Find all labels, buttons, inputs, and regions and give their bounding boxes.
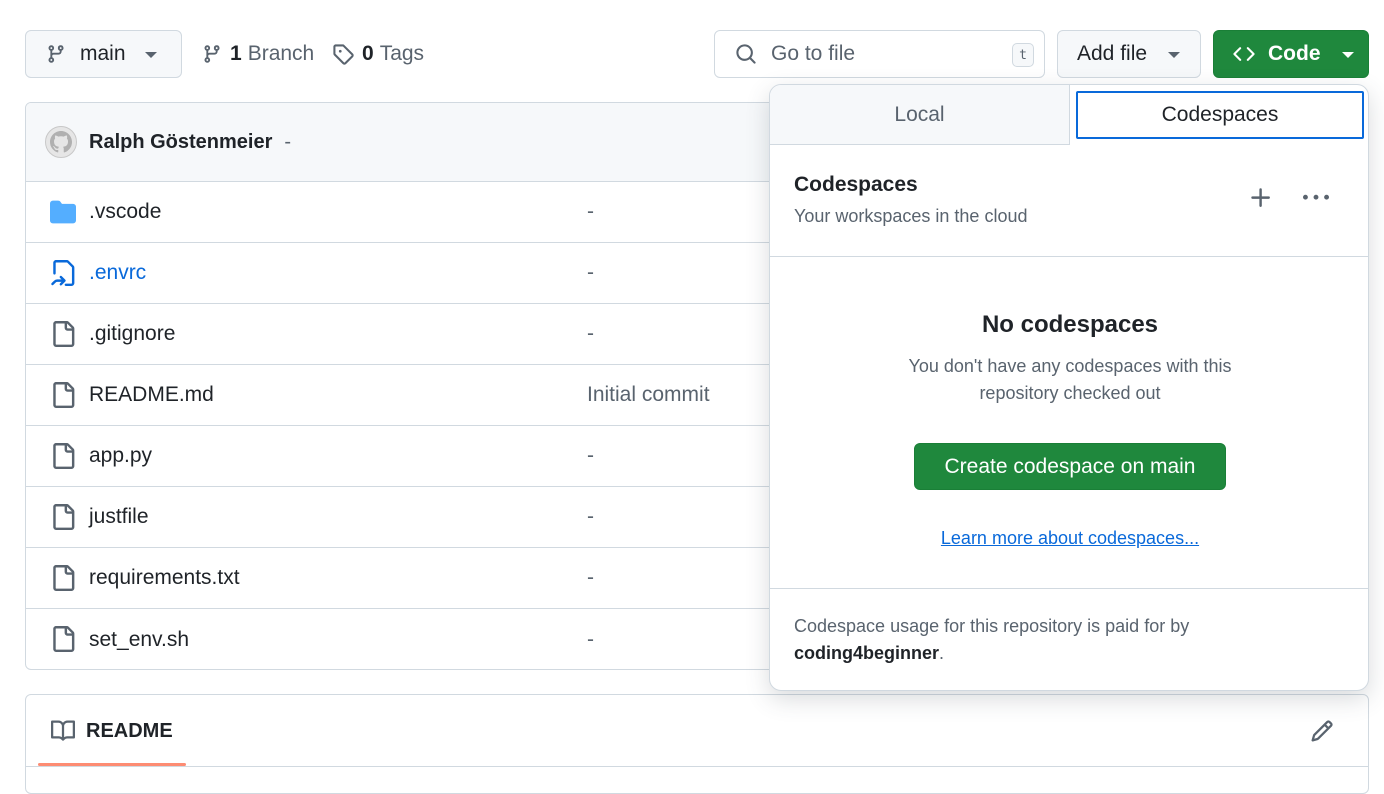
code-icon <box>1232 43 1256 65</box>
commit-message[interactable]: Initial commit <box>587 383 710 407</box>
avatar[interactable] <box>45 126 77 158</box>
file-icon <box>50 565 76 591</box>
commit-separator: - <box>284 130 292 153</box>
pencil-icon[interactable] <box>1310 719 1334 743</box>
file-name[interactable]: requirements.txt <box>89 566 240 590</box>
commit-message[interactable]: - <box>587 200 594 224</box>
billing-period: . <box>939 643 945 663</box>
tags-label: Tags <box>379 42 425 65</box>
file-icon <box>50 504 76 530</box>
tags-link[interactable]: 0 Tags <box>332 30 424 78</box>
git-branch-icon <box>46 43 66 65</box>
kebab-horizontal-icon[interactable] <box>1302 185 1330 211</box>
commit-message[interactable]: - <box>587 322 594 346</box>
billing-text: Codespace usage for this repository is p… <box>794 616 1190 636</box>
billing-note: Codespace usage for this repository is p… <box>794 613 1344 667</box>
branches-count: 1 <box>230 42 242 65</box>
file-symlink-icon <box>50 260 76 286</box>
commit-message[interactable]: - <box>587 261 594 285</box>
file-name[interactable]: README.md <box>89 383 214 407</box>
codespaces-header: Codespaces Your workspaces in the cloud <box>770 145 1368 257</box>
readme-panel: README <box>25 694 1369 794</box>
codespaces-title: Codespaces <box>794 173 918 196</box>
file-icon <box>50 382 76 408</box>
empty-state: No codespaces You don't have any codespa… <box>770 257 1368 589</box>
folder-icon <box>50 199 76 225</box>
search-icon <box>735 43 757 65</box>
file-name[interactable]: set_env.sh <box>89 628 189 652</box>
add-file-label: Add file <box>1077 42 1148 65</box>
chevron-down-icon <box>1168 52 1180 58</box>
commit-message[interactable]: - <box>587 505 594 529</box>
git-branch-icon <box>202 43 222 65</box>
file-icon <box>50 321 76 347</box>
branches-link[interactable]: 1 Branch <box>202 30 314 78</box>
empty-state-title: No codespaces <box>981 311 1159 338</box>
popover-tabs: Local Codespaces <box>770 85 1368 145</box>
create-codespace-button[interactable]: Create codespace on main <box>914 443 1226 490</box>
divider <box>26 766 1368 767</box>
file-name[interactable]: justfile <box>89 505 149 529</box>
book-icon <box>50 719 76 743</box>
tags-count: 0 <box>362 42 374 65</box>
commit-message[interactable]: - <box>587 628 594 652</box>
code-button[interactable]: Code <box>1213 30 1369 78</box>
tab-readme[interactable]: README <box>38 695 186 767</box>
empty-state-text: You don't have any codespaces with this … <box>908 356 1232 403</box>
codespaces-subtitle: Your workspaces in the cloud <box>794 206 1028 226</box>
commit-author[interactable]: Ralph Göstenmeier <box>89 131 272 154</box>
tab-codespaces[interactable]: Codespaces <box>1076 91 1364 139</box>
file-name[interactable]: .vscode <box>89 200 161 224</box>
add-file-button[interactable]: Add file <box>1057 30 1201 78</box>
go-to-file-input[interactable]: Go to file t <box>714 30 1045 78</box>
branch-name: main <box>80 42 126 65</box>
file-icon <box>50 443 76 469</box>
learn-more-link[interactable]: Learn more about codespaces... <box>770 528 1368 549</box>
tab-local[interactable]: Local <box>770 85 1070 145</box>
file-name[interactable]: .gitignore <box>89 322 175 346</box>
code-button-label: Code <box>1268 42 1321 65</box>
code-dropdown-panel: Local Codespaces Codespaces Your workspa… <box>769 84 1369 691</box>
chevron-down-icon <box>1342 52 1354 58</box>
branches-label: Branch <box>247 42 315 65</box>
branch-select-button[interactable]: main <box>25 30 182 78</box>
keyboard-shortcut-hint: t <box>1012 43 1034 67</box>
go-to-file-placeholder: Go to file <box>771 42 856 65</box>
file-name[interactable]: app.py <box>89 444 152 468</box>
readme-tab-label: README <box>86 719 173 742</box>
plus-icon[interactable] <box>1248 185 1274 211</box>
file-name[interactable]: .envrc <box>89 261 146 285</box>
chevron-down-icon <box>145 52 157 58</box>
tag-icon <box>332 43 354 65</box>
file-icon <box>50 626 76 652</box>
commit-message[interactable]: - <box>587 566 594 590</box>
commit-message[interactable]: - <box>587 444 594 468</box>
billing-owner: coding4beginner <box>794 643 940 663</box>
